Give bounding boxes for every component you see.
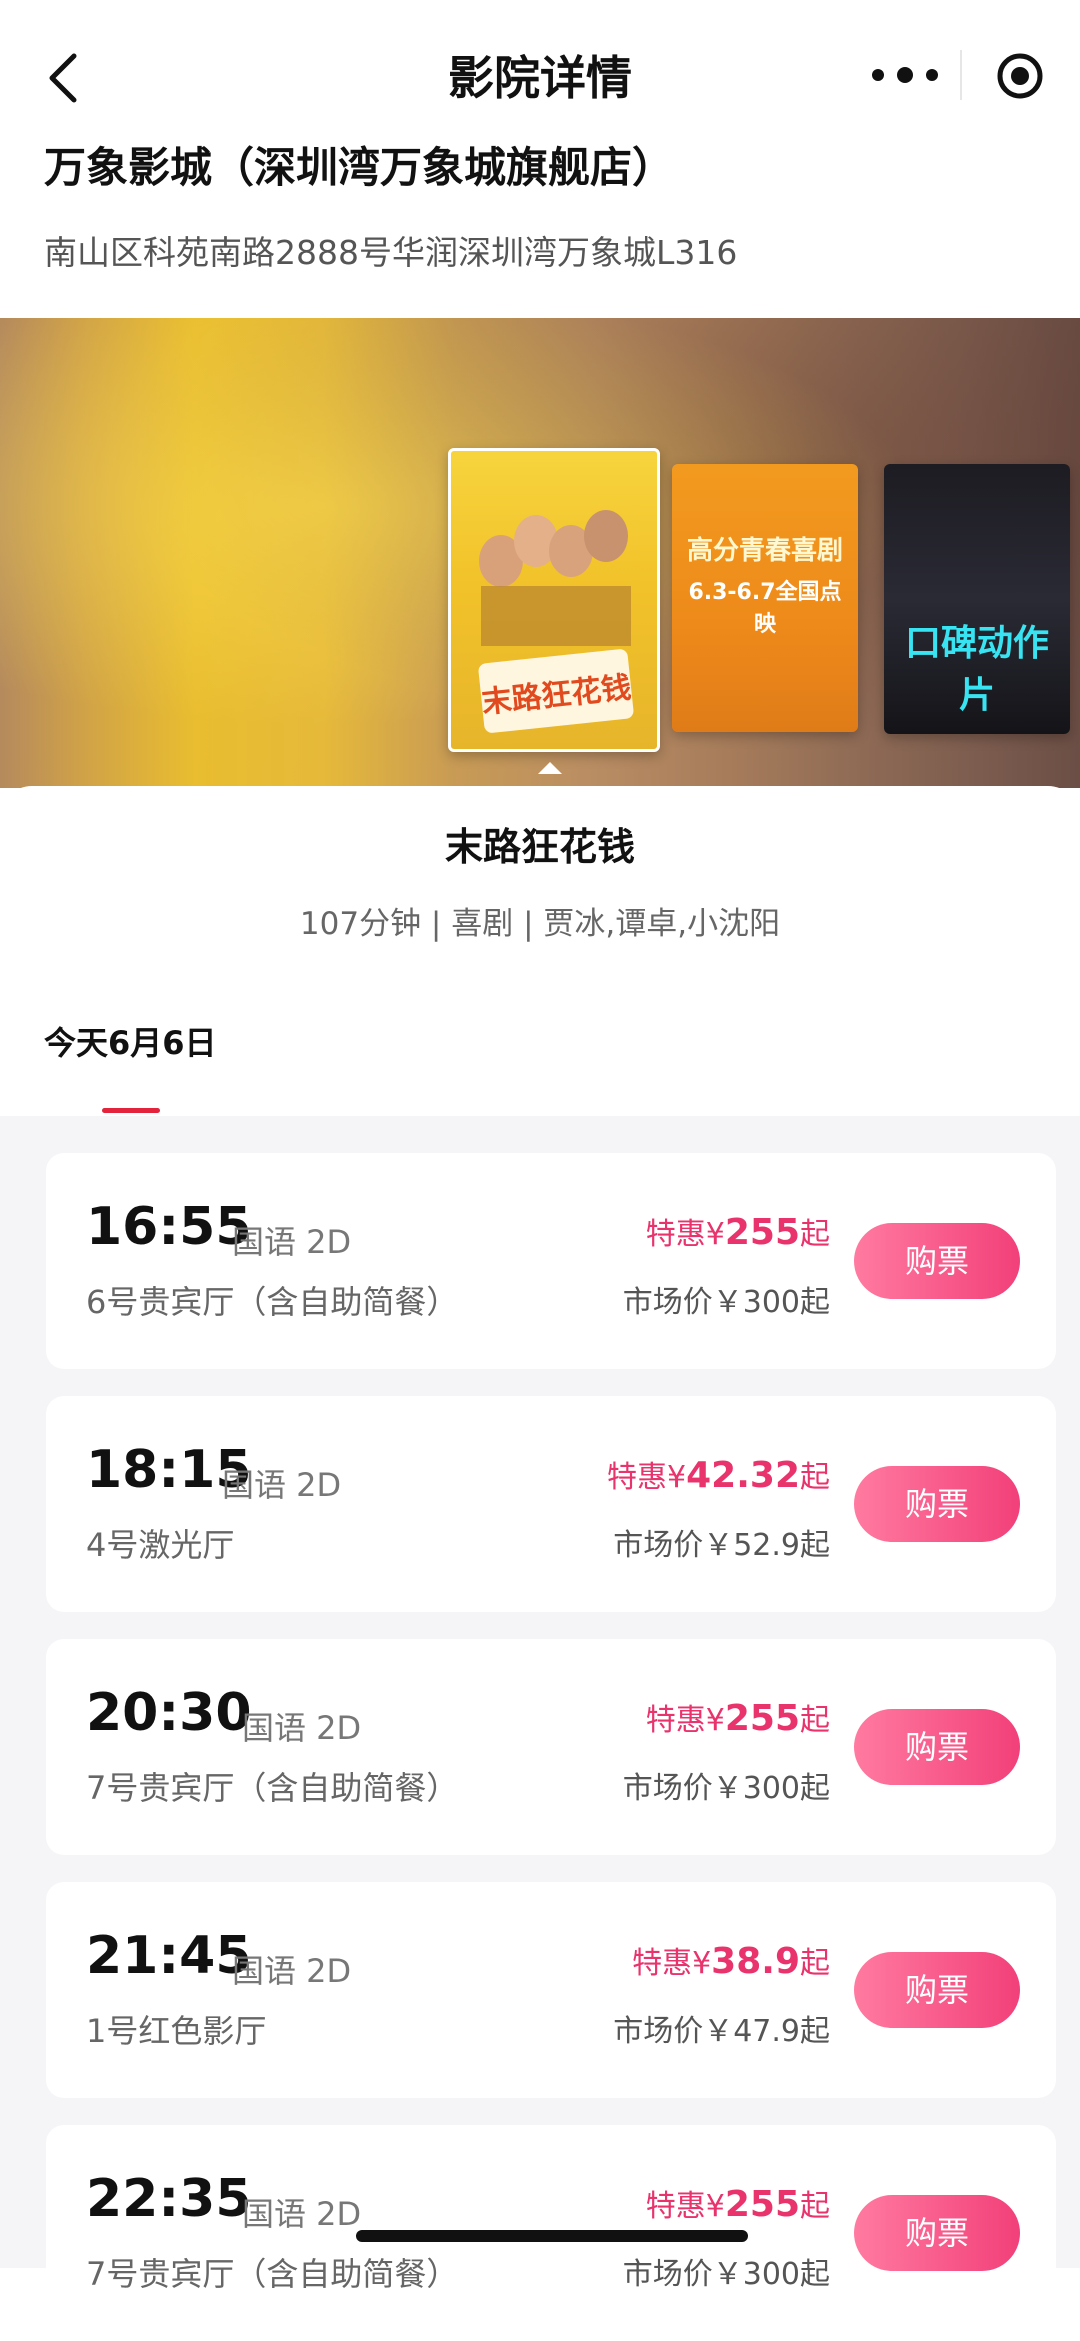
cinema-name: 万象影城（深圳湾万象城旗舰店） (44, 143, 675, 192)
poster-2[interactable]: 高分青春喜剧 6.3-6.7全国点映 (672, 464, 858, 732)
market-price: 市场价￥300起 (622, 1285, 830, 1320)
close-target-icon[interactable] (996, 52, 1044, 100)
showtime-time: 16:55 (86, 1197, 252, 1257)
special-price: 特惠¥38.9起 (632, 1941, 830, 1982)
showtime-hall: 1号红色影厅 (86, 2012, 267, 2050)
buy-ticket-button[interactable]: 购票 (854, 1709, 1020, 1785)
special-price: 特惠¥255起 (645, 2184, 830, 2225)
cinema-address[interactable]: 南山区科苑南路2888号华润深圳湾万象城L316 (44, 226, 737, 274)
selected-pointer (538, 762, 562, 774)
buy-ticket-button[interactable]: 购票 (854, 1466, 1020, 1542)
market-price: 市场价￥300起 (622, 2257, 830, 2292)
market-price: 市场价￥300起 (622, 1771, 830, 1806)
showtime-card[interactable]: 18:15 国语 2D 4号激光厅 特惠¥42.32起 市场价￥52.9起 购票 (46, 1396, 1056, 1612)
nav-bar: 影院详情 (0, 0, 1080, 150)
showtime-language: 国语 2D (222, 1466, 342, 1504)
more-icon[interactable] (870, 66, 940, 84)
market-price: 市场价￥47.9起 (613, 2014, 830, 2049)
showtime-card[interactable]: 21:45 国语 2D 1号红色影厅 特惠¥38.9起 市场价￥47.9起 购票 (46, 1882, 1056, 2098)
showtime-hall: 6号贵宾厅（含自助简餐） (86, 1283, 459, 1321)
showtime-language: 国语 2D (232, 1223, 352, 1261)
showtime-hall: 4号激光厅 (86, 1526, 235, 1564)
poster-2-headline: 高分青春喜剧 (686, 536, 843, 566)
buy-ticket-button[interactable]: 购票 (854, 1223, 1020, 1299)
showtime-hall: 7号贵宾厅（含自助简餐） (86, 2255, 459, 2293)
showtime-time: 21:45 (86, 1926, 252, 1986)
special-price: 特惠¥255起 (645, 1212, 830, 1253)
movie-info-sheet: 末路狂花钱 107分钟 | 喜剧 | 贾冰,谭卓,小沈阳 今天6月6日 (0, 786, 1080, 1116)
showtime-language: 国语 2D (242, 2195, 362, 2233)
showtime-card[interactable]: 16:55 国语 2D 6号贵宾厅（含自助简餐） 特惠¥255起 市场价￥300… (46, 1153, 1056, 1369)
showtime-language: 国语 2D (232, 1952, 352, 1990)
showtime-card[interactable]: 20:30 国语 2D 7号贵宾厅（含自助简餐） 特惠¥255起 市场价￥300… (46, 1639, 1056, 1855)
showtime-language: 国语 2D (242, 1709, 362, 1747)
buy-ticket-button[interactable]: 购票 (854, 2195, 1020, 2271)
special-price: 特惠¥255起 (645, 1698, 830, 1739)
market-price: 市场价￥52.9起 (613, 1528, 830, 1563)
tab-active-indicator (102, 1108, 160, 1113)
showtime-list: 16:55 国语 2D 6号贵宾厅（含自助简餐） 特惠¥255起 市场价￥300… (0, 1116, 1080, 2341)
showtime-hall: 7号贵宾厅（含自助简餐） (86, 1769, 459, 1807)
poster-2-dates: 6.3-6.7全国点映 (688, 580, 842, 637)
capsule-divider (960, 50, 962, 100)
mini-program-capsule (850, 38, 1055, 112)
poster-people-image (479, 510, 631, 646)
showtime-time: 22:35 (86, 2169, 252, 2229)
buy-ticket-button[interactable]: 购票 (854, 1952, 1020, 2028)
poster-3-headline: 口碑动作片 (904, 623, 1049, 716)
poster-3[interactable]: 口碑动作片 (884, 464, 1070, 734)
tab-date-today[interactable]: 今天6月6日 (44, 1018, 217, 1064)
home-indicator (356, 2230, 748, 2242)
movie-meta: 107分钟 | 喜剧 | 贾冰,谭卓,小沈阳 (299, 906, 781, 942)
poster-logo: 末路狂花钱 (477, 648, 635, 734)
movie-title: 末路狂花钱 (444, 825, 635, 869)
special-price: 特惠¥42.32起 (607, 1455, 830, 1496)
showtime-time: 20:30 (86, 1683, 252, 1743)
poster-selected[interactable]: 末路狂花钱 (448, 448, 660, 752)
